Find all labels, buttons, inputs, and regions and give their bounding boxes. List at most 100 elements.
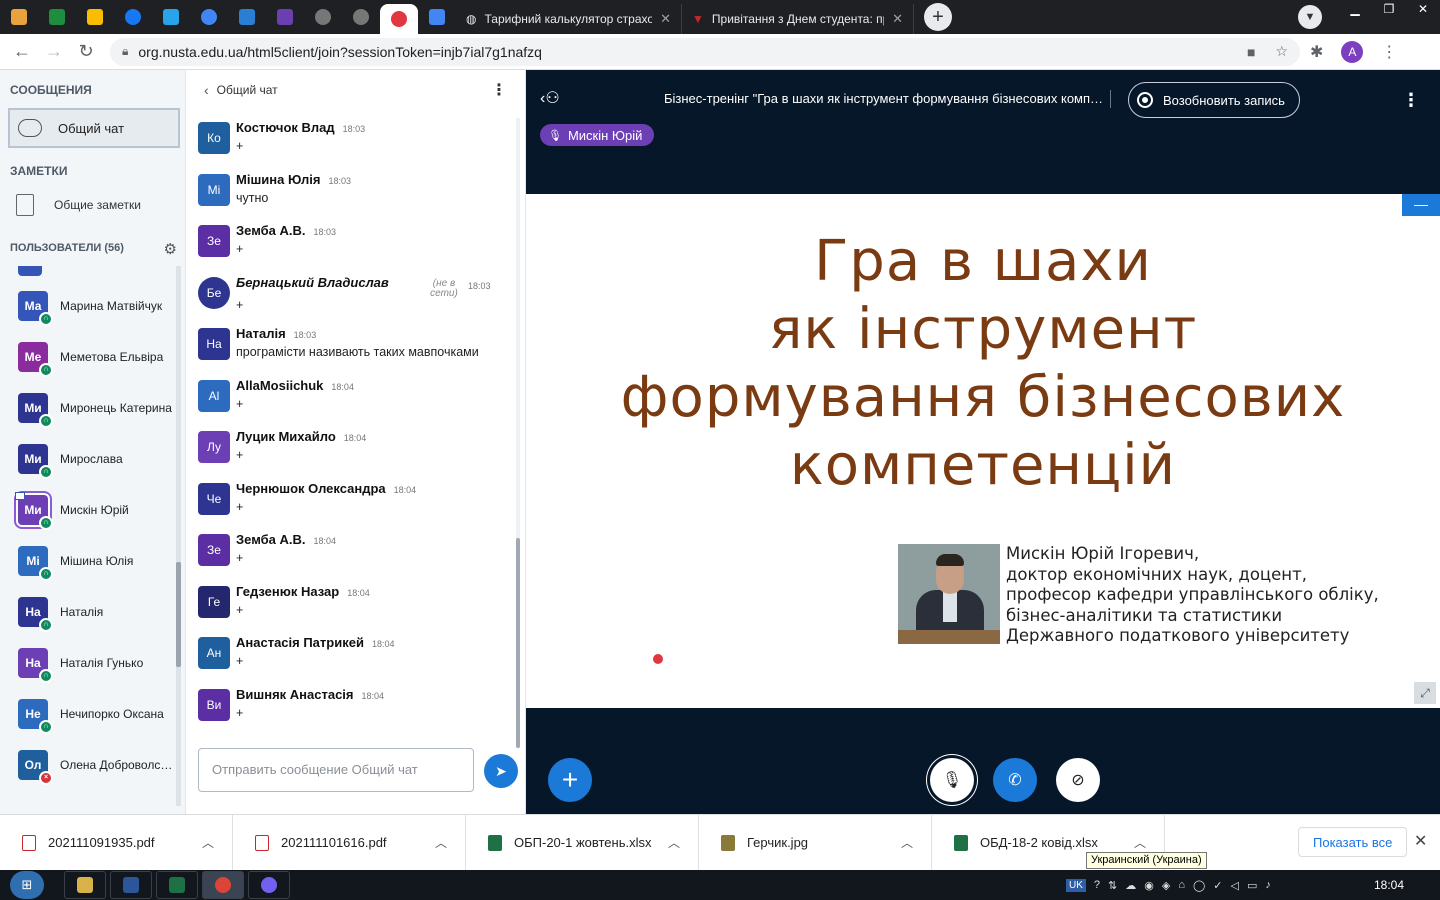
pinned-tab[interactable] bbox=[342, 0, 380, 34]
fullscreen-icon[interactable]: ⤢ bbox=[1414, 682, 1436, 704]
gear-icon[interactable]: ⚙ bbox=[164, 240, 177, 258]
reload-icon[interactable]: ↻ bbox=[70, 41, 102, 62]
close-icon[interactable]: ✕ bbox=[892, 11, 903, 27]
user-list-item[interactable]: На ∩ Наталія Гунько bbox=[0, 637, 176, 688]
tray-check-icon[interactable]: ✓ bbox=[1213, 879, 1222, 892]
user-list-item[interactable]: Ме ∩ Меметова Ельвіра bbox=[0, 331, 176, 382]
message-author: Гедзенюк Назар 18:04 bbox=[236, 583, 370, 599]
chevron-up-icon[interactable]: ︿ bbox=[901, 834, 913, 851]
browser-tab[interactable]: ▼ Привітання з Днем студента: пр ✕ bbox=[682, 4, 914, 34]
active-tab[interactable] bbox=[380, 4, 418, 34]
pinned-tab[interactable] bbox=[76, 0, 114, 34]
viber-tray-icon[interactable]: ◉ bbox=[1144, 879, 1154, 892]
display-icon[interactable]: ▭ bbox=[1247, 879, 1257, 892]
pinned-tab[interactable] bbox=[304, 0, 342, 34]
chat-message-input[interactable]: Отправить сообщение Общий чат bbox=[198, 748, 474, 792]
chrome-menu-icon[interactable]: ⋮ bbox=[1381, 42, 1397, 62]
chevron-up-icon[interactable]: ︿ bbox=[435, 834, 447, 851]
download-item[interactable]: 202111101616.pdf ︿ bbox=[233, 814, 466, 871]
cloud-icon[interactable]: ☁ bbox=[1125, 879, 1136, 892]
user-list-item[interactable]: На ∩ Наталія bbox=[0, 586, 176, 637]
shared-notes-button[interactable]: Общие заметки bbox=[16, 194, 141, 216]
messages-section-title: СООБЩЕНИЯ bbox=[10, 83, 92, 97]
pinned-tab[interactable] bbox=[228, 0, 266, 34]
options-menu-icon[interactable]: ⋮ bbox=[1402, 90, 1420, 111]
pinned-tab[interactable] bbox=[0, 0, 38, 34]
start-button[interactable]: ⊞ bbox=[10, 871, 44, 899]
minimize-presentation-button[interactable]: — bbox=[1402, 194, 1440, 216]
toggle-userlist-icon[interactable]: ‹⚇ bbox=[540, 88, 560, 108]
send-message-button[interactable]: ➤ bbox=[484, 754, 518, 788]
help-icon[interactable]: ? bbox=[1094, 879, 1100, 891]
url-field[interactable]: 🔒︎ org.nusta.edu.ua/html5client/join?ses… bbox=[110, 37, 1300, 66]
language-indicator[interactable]: UK bbox=[1066, 878, 1086, 892]
profile-avatar[interactable]: A bbox=[1341, 40, 1364, 63]
viber-icon[interactable] bbox=[248, 871, 290, 899]
actions-plus-button[interactable]: + bbox=[548, 758, 592, 802]
close-window-icon[interactable]: ✕ bbox=[1406, 0, 1440, 20]
download-item[interactable]: 202111091935.pdf ︿ bbox=[0, 814, 233, 871]
chat-scrollbar[interactable] bbox=[516, 118, 520, 748]
leave-audio-button[interactable]: ✆ bbox=[993, 758, 1037, 802]
clock[interactable]: 18:04 bbox=[1374, 878, 1404, 892]
user-list-item-presenter[interactable]: Ми ∩ Мискін Юрій bbox=[0, 484, 176, 535]
pinned-tab[interactable] bbox=[152, 0, 190, 34]
chevron-up-icon[interactable]: ︿ bbox=[1134, 834, 1146, 851]
user-list-item[interactable]: Ми ∩ Миронець Катерина bbox=[0, 382, 176, 433]
chrome-icon[interactable] bbox=[202, 871, 244, 899]
volume-icon[interactable]: ◁ bbox=[1231, 879, 1239, 892]
share-webcam-button[interactable]: ⊘ bbox=[1056, 758, 1100, 802]
user-list-item[interactable]: Мі ∩ Мішина Юлія bbox=[0, 535, 176, 586]
close-icon[interactable]: ✕ bbox=[1414, 831, 1427, 851]
explorer-icon[interactable] bbox=[64, 871, 106, 899]
slide-title: Гра в шахи як інструмент формування бізн… bbox=[526, 228, 1440, 500]
chat-message: На Наталія 18:03 програмісти називають та… bbox=[186, 322, 516, 374]
mute-button[interactable]: 🎙︎ bbox=[930, 758, 974, 802]
opera-icon[interactable]: ◯ bbox=[1193, 879, 1205, 892]
chevron-up-icon[interactable]: ︿ bbox=[668, 834, 680, 851]
maximize-window-icon[interactable]: ❐ bbox=[1372, 0, 1406, 20]
new-tab-button[interactable]: + bbox=[924, 3, 952, 31]
chevron-up-icon[interactable]: ︿ bbox=[202, 834, 214, 851]
speaker-icon[interactable]: ♪ bbox=[1265, 879, 1271, 891]
users-scrollbar[interactable] bbox=[176, 266, 181, 806]
close-icon[interactable]: ✕ bbox=[660, 11, 671, 27]
pinned-tab[interactable] bbox=[38, 0, 76, 34]
download-item[interactable]: Герчик.jpg ︿ bbox=[699, 814, 932, 871]
message-author: Вишняк Анастасія 18:04 bbox=[236, 686, 385, 702]
chat-back-button[interactable]: ‹ Общий чат bbox=[204, 82, 278, 98]
word-icon[interactable] bbox=[110, 871, 152, 899]
tab-favicon-icon bbox=[11, 9, 27, 25]
user-list-item[interactable]: Ол × Олена Доброволська bbox=[0, 739, 176, 790]
show-all-downloads-button[interactable]: Показать все bbox=[1298, 827, 1408, 857]
forward-icon[interactable]: → bbox=[38, 41, 70, 62]
network-icon[interactable]: ⇅ bbox=[1108, 879, 1117, 892]
resume-recording-button[interactable]: Возобновить запись bbox=[1128, 82, 1300, 118]
chat-message: Зе Земба А.В. 18:03 + bbox=[186, 219, 516, 271]
pinned-tab[interactable] bbox=[418, 0, 456, 34]
user-list-item[interactable]: Ми ∩ Мирослава bbox=[0, 433, 176, 484]
public-chat-button[interactable]: Общий чат bbox=[8, 108, 180, 148]
usb-icon[interactable]: ⌂ bbox=[1178, 879, 1185, 891]
headphones-icon: ∩ bbox=[39, 719, 53, 734]
bookmark-star-icon[interactable]: ☆ bbox=[1275, 43, 1288, 60]
user-list-item[interactable]: Не ∩ Нечипорко Оксана bbox=[0, 688, 176, 739]
excel-icon[interactable] bbox=[156, 871, 198, 899]
back-icon[interactable]: ← bbox=[6, 41, 38, 62]
avatar: Ма ∩ bbox=[18, 290, 53, 326]
pinned-tab[interactable] bbox=[114, 0, 152, 34]
avatar: Мі ∩ bbox=[18, 545, 53, 581]
pinned-tab[interactable] bbox=[190, 0, 228, 34]
extensions-icon[interactable]: ✱ bbox=[1310, 42, 1323, 62]
talking-indicator[interactable]: 🎙︎ Мискін Юрій bbox=[540, 124, 655, 146]
browser-tab[interactable]: ◍ Тарифний калькулятор страхові ✕ bbox=[456, 4, 682, 34]
tray-app-icon[interactable]: ◈ bbox=[1162, 879, 1170, 892]
chat-options-icon[interactable]: ⋮ bbox=[491, 80, 507, 100]
camera-icon[interactable]: ■ bbox=[1247, 44, 1255, 60]
user-list-item[interactable]: Ма ∩ Марина Матвійчук bbox=[0, 280, 176, 331]
download-item[interactable]: ОБП-20-1 жовтень.xlsx ︿ bbox=[466, 814, 699, 871]
tab-search-icon[interactable]: ▼ bbox=[1298, 5, 1322, 29]
pinned-tab[interactable] bbox=[266, 0, 304, 34]
presenter-icon bbox=[15, 491, 25, 500]
minimize-window-icon[interactable]: ▁ bbox=[1338, 0, 1372, 20]
